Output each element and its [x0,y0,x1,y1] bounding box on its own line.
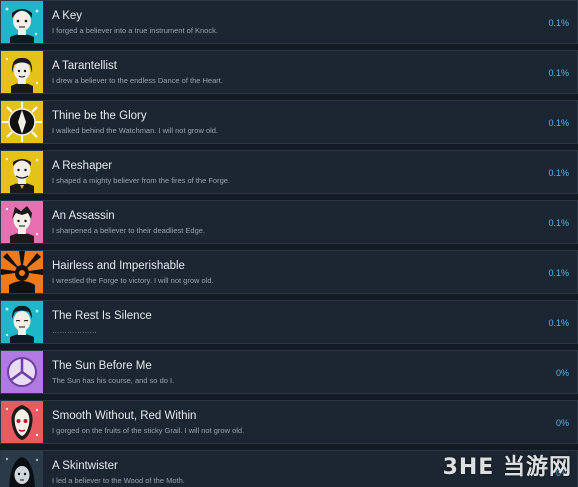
unlock-percentage: 0.1% [548,218,569,228]
achievement-title: Smooth Without, Red Within [52,410,197,422]
achievement-row[interactable]: The Sun Before Me The Sun has his course… [0,350,578,394]
unlock-percentage: 0.1% [548,168,569,178]
unlock-percentage: 0.1% [548,18,569,28]
achievement-title: Hairless and Imperishable [52,260,185,272]
achievement-title: A Tarantellist [52,60,117,72]
forge-sun-icon [1,251,43,293]
unlock-percentage: 0.1% [548,318,569,328]
heart-face-icon [1,51,43,93]
unlock-percentage: 0.1% [548,68,569,78]
silence-face-icon [1,301,43,343]
achievement-title: A Reshaper [52,160,113,172]
achievement-row[interactable]: A Key I forged a believer into a true in… [0,0,578,44]
unlock-percentage: 0% [555,368,569,378]
watchman-icon [1,101,43,143]
achievement-title: A Key [52,10,83,22]
achievement-title: A Skintwister [52,460,118,472]
achievement-description: ……………… [52,326,97,335]
achievement-description: I walked behind the Watchman. I will not… [52,126,219,135]
achievement-row[interactable]: A Tarantellist I drew a believer to the … [0,50,578,94]
unlock-percentage: 0.1% [548,118,569,128]
achievement-description: I gorged on the fruits of the sticky Gra… [52,426,245,435]
sun-circle-icon [1,351,43,393]
achievement-title: An Assassin [52,210,115,222]
unlock-percentage: 0.1% [548,268,569,278]
achievement-description: I drew a believer to the endless Dance o… [52,76,223,85]
site-watermark: 3HE 当游网 [442,455,572,480]
knock-face-icon [1,1,43,43]
achievement-description: I shaped a mighty believer from the fire… [52,176,231,185]
achievement-title: The Sun Before Me [52,360,152,372]
edge-face-icon [1,201,43,243]
forge-face-icon [1,151,43,193]
achievement-description: The Sun has his course, and so do I. [52,376,175,385]
grail-mask-icon [1,401,43,443]
achievement-row[interactable]: Hairless and Imperishable I wrestled the… [0,250,578,294]
achievement-description: I sharpened a believer to their deadlies… [52,226,206,235]
achievement-description: I led a believer to the Wood of the Moth… [52,476,185,485]
achievement-row[interactable]: A Reshaper I shaped a mighty believer fr… [0,150,578,194]
achievement-row[interactable]: Thine be the Glory I walked behind the W… [0,100,578,144]
achievement-description: I wrestled the Forge to victory. I will … [52,276,214,285]
achievement-title: Thine be the Glory [52,110,147,122]
achievement-row[interactable]: Smooth Without, Red Within I gorged on t… [0,400,578,444]
achievement-title: The Rest Is Silence [52,310,152,322]
unlock-percentage: 0% [555,418,569,428]
achievement-list: A Key I forged a believer into a true in… [0,0,578,487]
achievement-description: I forged a believer into a true instrume… [52,26,218,35]
achievement-row[interactable]: An Assassin I sharpened a believer to th… [0,200,578,244]
achievement-row[interactable]: The Rest Is Silence ……………… 0.1% [0,300,578,344]
moth-face-icon [1,451,43,487]
